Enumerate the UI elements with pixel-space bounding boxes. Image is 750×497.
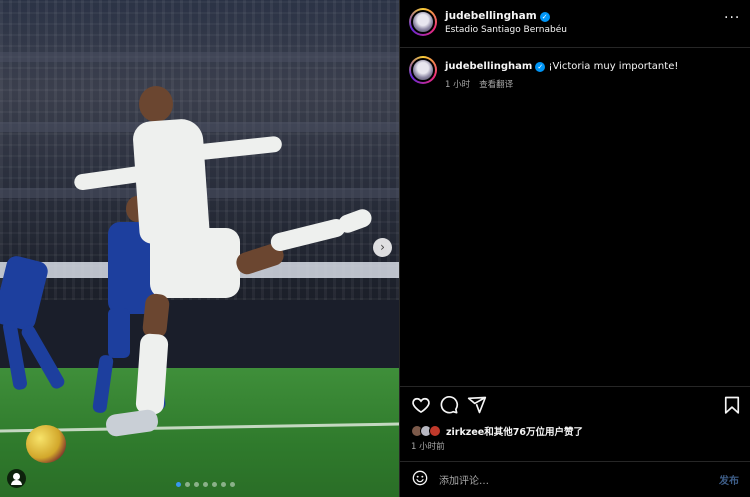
emoji-icon[interactable] <box>412 470 428 486</box>
post-photo[interactable]: › <box>0 0 399 497</box>
comment-input[interactable]: 添加评论… <box>439 472 489 487</box>
carousel-dot[interactable] <box>194 482 199 487</box>
likes-summary[interactable]: zirkzee和其他76万位用户赞了 <box>411 424 583 438</box>
likes-user[interactable]: zirkzee <box>446 427 484 438</box>
author-username-header[interactable]: judebellingham ✓ <box>445 10 550 22</box>
verified-badge-icon: ✓ <box>539 12 550 22</box>
actions-divider <box>400 386 750 387</box>
next-arrow-icon[interactable]: › <box>373 238 392 257</box>
post-location[interactable]: Estadio Santiago Bernabéu <box>445 25 567 35</box>
caption-username[interactable]: judebellingham <box>445 61 532 72</box>
carousel-dot[interactable] <box>212 482 217 487</box>
author-avatar[interactable] <box>409 8 437 36</box>
post-time: 1 小时前 <box>411 442 445 452</box>
caption: judebellingham ✓ ¡Victoria muy importante… <box>445 61 678 72</box>
carousel-dot[interactable] <box>203 482 208 487</box>
see-translation-link[interactable]: 查看翻译 <box>479 80 513 90</box>
post-side-panel: judebellingham ✓ Estadio Santiago Bernabé… <box>399 0 750 497</box>
player-shorts <box>150 228 240 298</box>
author-username[interactable]: judebellingham <box>445 10 537 22</box>
header-divider <box>400 47 750 48</box>
player-leg <box>141 292 171 340</box>
tag-user-icon[interactable] <box>7 469 26 488</box>
caption-avatar[interactable] <box>409 56 437 84</box>
heart-icon[interactable] <box>411 395 431 415</box>
comment-bar: 添加评论… 发布 <box>400 463 750 497</box>
post-comment-button[interactable]: 发布 <box>719 472 739 487</box>
liker-avatar <box>429 425 441 437</box>
stand-tier <box>0 52 399 62</box>
football <box>26 425 66 463</box>
caption-time: 1 小时 <box>445 80 471 90</box>
carousel-dot[interactable] <box>176 482 181 487</box>
opponent-shorts <box>108 308 130 358</box>
comment-icon[interactable] <box>439 395 459 415</box>
more-options-icon[interactable]: ··· <box>724 11 740 25</box>
share-icon[interactable] <box>467 395 487 415</box>
bookmark-icon[interactable] <box>722 395 742 415</box>
carousel-dot[interactable] <box>230 482 235 487</box>
caption-text: ¡Victoria muy importante! <box>548 61 679 72</box>
player-head <box>139 86 173 122</box>
carousel-dots <box>176 482 235 487</box>
carousel-dot[interactable] <box>185 482 190 487</box>
caption-meta: 1 小时 查看翻译 <box>445 78 513 90</box>
carousel-dot[interactable] <box>221 482 226 487</box>
likes-rest[interactable]: 和其他76万位用户赞了 <box>484 427 583 438</box>
player-sock <box>135 333 169 415</box>
verified-badge-icon: ✓ <box>535 62 546 72</box>
comment-divider <box>400 461 750 462</box>
